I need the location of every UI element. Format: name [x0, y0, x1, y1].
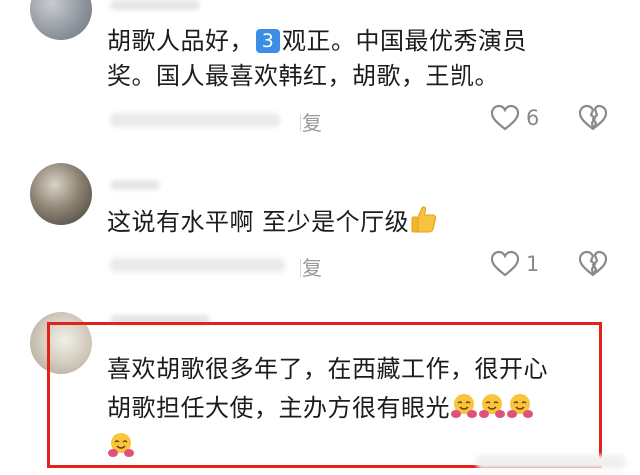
username-blurred — [110, 0, 200, 10]
reply-button[interactable]: 回复 — [282, 107, 322, 136]
dislike-button[interactable] — [578, 250, 608, 282]
broken-heart-icon — [578, 104, 608, 131]
keycap-3-emoji: 3 — [256, 29, 280, 53]
like-button[interactable]: 6 — [490, 104, 539, 132]
broken-heart-icon — [578, 250, 608, 277]
timestamp-blurred — [110, 258, 285, 272]
like-button[interactable]: 1 — [490, 250, 539, 278]
avatar[interactable] — [30, 163, 92, 225]
heart-outline-icon — [490, 104, 520, 131]
thumbs-up-emoji — [409, 204, 439, 234]
avatar[interactable] — [30, 0, 92, 40]
username-blurred — [110, 180, 160, 190]
comment-text: 胡歌人品好， 3 观正。中国最优秀演员 奖。国人最喜欢韩红，胡歌，王凯。 — [107, 27, 527, 90]
like-count: 1 — [526, 252, 540, 276]
timestamp-blurred — [110, 113, 280, 127]
dislike-button[interactable] — [578, 104, 608, 136]
watermark-blurred — [476, 455, 626, 469]
heart-outline-icon — [490, 250, 520, 277]
like-count: 6 — [526, 106, 540, 130]
reply-button[interactable]: 回复 — [282, 252, 322, 281]
highlight-frame — [47, 322, 602, 468]
comment-text: 这说有水平啊 至少是个厅级 — [107, 204, 607, 240]
